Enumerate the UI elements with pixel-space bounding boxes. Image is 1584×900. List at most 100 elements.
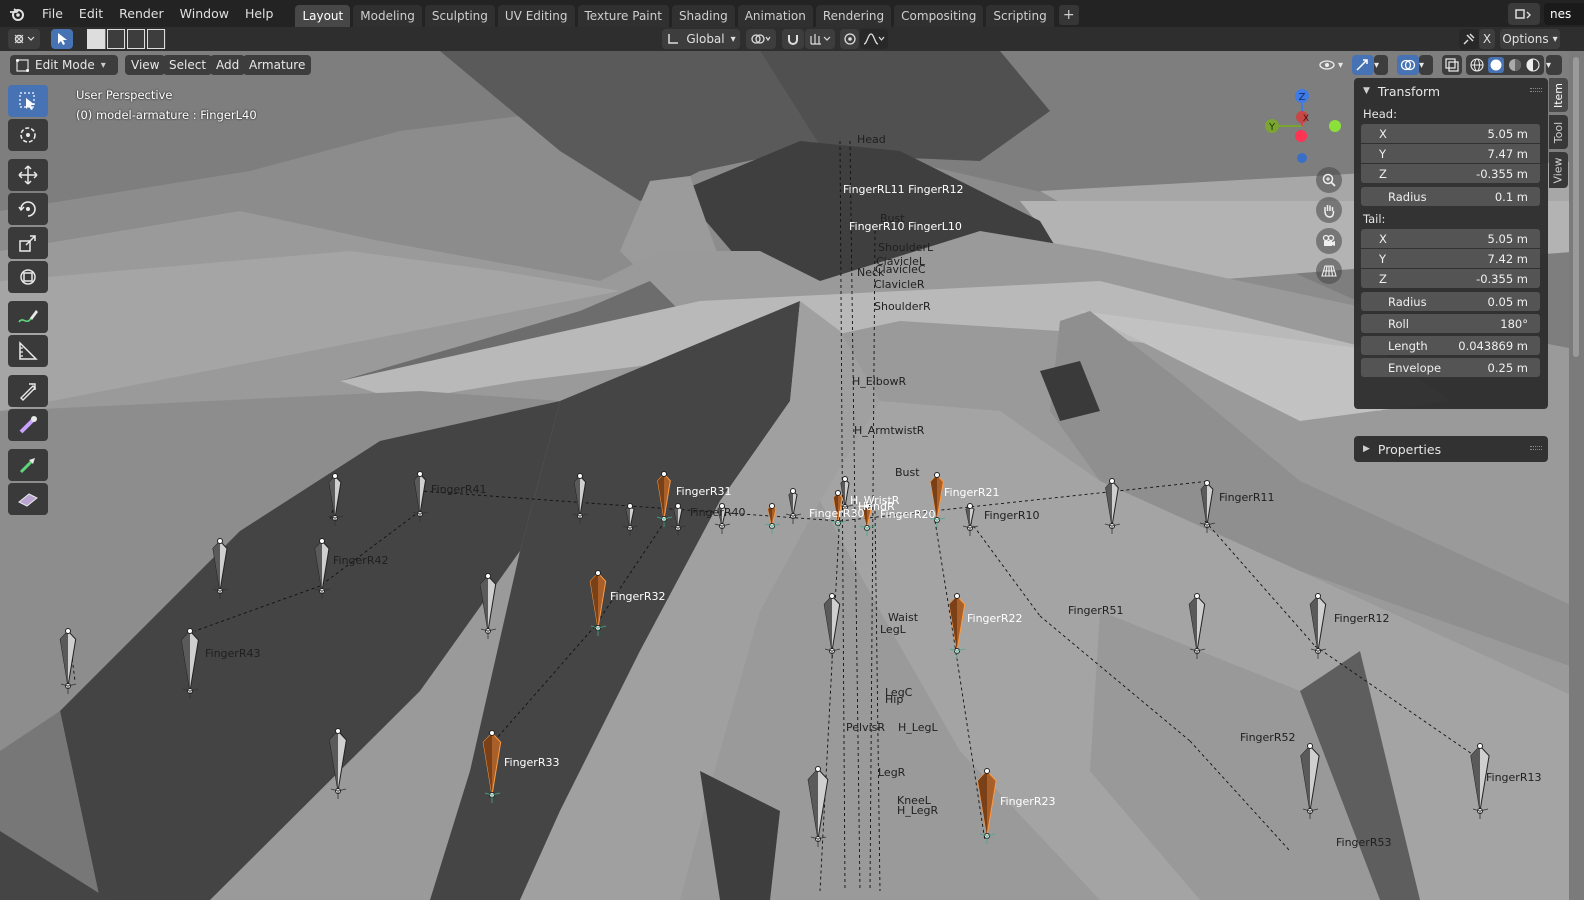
select-tool-button[interactable] <box>51 29 73 49</box>
gizmo-toggle-icon[interactable] <box>1352 55 1374 75</box>
tab-view[interactable]: View <box>1549 152 1568 188</box>
roll-field[interactable]: Roll 180° <box>1361 314 1540 333</box>
bone-size-tool[interactable] <box>8 375 48 407</box>
zoom-icon[interactable] <box>1316 167 1342 193</box>
neg-x-axis-handle[interactable] <box>1295 130 1307 142</box>
add-menu[interactable]: Add <box>210 55 246 75</box>
tab-rendering[interactable]: Rendering <box>815 5 892 27</box>
material-shading-icon[interactable] <box>1508 58 1522 72</box>
tab-sculpting[interactable]: Sculpting <box>424 5 495 27</box>
tab-item[interactable]: Item <box>1549 78 1568 112</box>
length-field[interactable]: Length 0.043869 m <box>1361 336 1540 355</box>
select-box-tool[interactable] <box>8 85 48 117</box>
transform-tool[interactable] <box>8 261 48 293</box>
view-menu[interactable]: View <box>125 55 166 75</box>
drag-grip-icon[interactable] <box>1530 446 1542 450</box>
select-extend-button[interactable] <box>107 29 126 49</box>
scene-options-icon[interactable] <box>1459 29 1479 49</box>
add-workspace-button[interactable]: + <box>1058 5 1079 25</box>
scrollbar-thumb[interactable] <box>1573 57 1579 357</box>
pan-hand-icon[interactable] <box>1316 197 1342 223</box>
select-new-button[interactable] <box>87 29 106 49</box>
cursor-tool[interactable] <box>8 119 48 151</box>
head-z-field[interactable]: Z -0.355 m <box>1361 164 1540 183</box>
annotate-tool[interactable] <box>8 301 48 333</box>
chevron-down-icon[interactable]: ▾ <box>1546 55 1562 75</box>
viewport-scrollbar[interactable] <box>1569 51 1584 900</box>
field-value: 7.42 m <box>1487 251 1528 266</box>
bone-envelope-tool[interactable] <box>8 409 48 441</box>
tail-z-field[interactable]: Z -0.355 m <box>1361 269 1540 288</box>
wireframe-shading-icon[interactable] <box>1470 58 1484 72</box>
tab-tool[interactable]: Tool <box>1549 115 1568 149</box>
rendered-shading-icon[interactable] <box>1526 58 1540 72</box>
head-y-field[interactable]: Y 7.47 m <box>1361 144 1540 163</box>
menu-render[interactable]: Render <box>111 0 172 27</box>
chevron-down-icon[interactable]: ▾ <box>1374 55 1388 75</box>
scene-name-field[interactable]: nes <box>1544 2 1584 25</box>
transform-orientation-dropdown[interactable]: Global ▾ <box>662 29 740 49</box>
tail-x-field[interactable]: X 5.05 m <box>1361 229 1540 248</box>
menu-help[interactable]: Help <box>237 0 282 27</box>
grid-perspective-icon[interactable] <box>1316 258 1342 284</box>
transform-panel-header[interactable]: ▼ Transform <box>1354 78 1548 104</box>
3d-viewport[interactable]: Head Bust ShoulderL ClavicleL ClavicleC Neck C… <box>0 51 1584 900</box>
tab-uv-editing[interactable]: UV Editing <box>497 5 575 27</box>
tab-shading[interactable]: Shading <box>671 5 735 27</box>
visibility-icon[interactable] <box>1316 55 1338 75</box>
select-menu[interactable]: Select <box>163 55 213 75</box>
xray-toggle-icon[interactable] <box>1442 55 1462 75</box>
proportional-edit-toggle[interactable] <box>840 29 859 49</box>
scene-icon[interactable] <box>1508 2 1540 25</box>
head-radius-field[interactable]: Radius 0.1 m <box>1361 187 1540 206</box>
move-tool[interactable] <box>8 159 48 191</box>
menu-edit[interactable]: Edit <box>71 0 111 27</box>
envelope-field[interactable]: Envelope 0.25 m <box>1361 358 1540 377</box>
neg-y-axis-handle[interactable] <box>1329 120 1341 132</box>
sidebar-tabs: Item Tool View <box>1549 78 1569 191</box>
solid-shading-icon[interactable] <box>1488 57 1504 73</box>
bone-envelope-icon <box>19 416 37 434</box>
tail-y-field[interactable]: Y 7.42 m <box>1361 249 1540 268</box>
tab-scripting[interactable]: Scripting <box>986 5 1054 27</box>
mode-dropdown[interactable]: Edit Mode <box>10 55 118 75</box>
overlay-toggle-icon[interactable] <box>1397 55 1419 75</box>
tab-layout[interactable]: Layout <box>295 5 351 27</box>
pivot-point-dropdown[interactable] <box>746 29 776 49</box>
drag-grip-icon[interactable] <box>1530 88 1542 92</box>
viewport-scene[interactable]: HeadBustShoulderLClavicleLClavicleCNeckC… <box>0 51 1584 900</box>
navigation-gizmo[interactable]: Z X Y <box>1258 86 1350 166</box>
measure-tool[interactable] <box>8 335 48 367</box>
extrude-tool[interactable] <box>8 449 48 481</box>
snap-target-dropdown[interactable] <box>805 29 835 49</box>
snap-toggle[interactable] <box>782 29 804 49</box>
tool-shelf <box>8 85 50 517</box>
select-invert-button[interactable] <box>147 29 166 49</box>
tab-texture-paint[interactable]: Texture Paint <box>577 5 669 27</box>
rotate-tool[interactable] <box>8 193 48 225</box>
tab-modeling[interactable]: Modeling <box>353 5 422 27</box>
menu-file[interactable]: File <box>34 0 71 27</box>
chevron-down-icon[interactable]: ▾ <box>1419 55 1433 75</box>
properties-panel-header[interactable]: ▶ Properties <box>1354 436 1548 462</box>
tail-radius-field[interactable]: Radius 0.05 m <box>1361 292 1540 311</box>
camera-icon[interactable] <box>1316 228 1342 254</box>
armature-menu[interactable]: Armature <box>243 55 312 75</box>
chevron-down-icon[interactable]: ▾ <box>1338 55 1350 75</box>
select-subtract-button[interactable] <box>127 29 146 49</box>
3d-cursor-icon <box>20 127 36 143</box>
tab-animation[interactable]: Animation <box>737 5 813 27</box>
proportional-falloff-dropdown[interactable] <box>860 29 888 49</box>
bone-label-armtwist-r: H_ArmtwistR <box>854 424 925 437</box>
scale-tool[interactable] <box>8 227 48 259</box>
editor-type-button[interactable] <box>8 29 40 49</box>
neg-z-axis-handle[interactable] <box>1297 153 1307 163</box>
tab-compositing[interactable]: Compositing <box>894 5 984 27</box>
close-scene-button[interactable]: X <box>1479 29 1495 49</box>
blender-logo-icon[interactable] <box>0 0 34 27</box>
options-dropdown[interactable]: Options ▾ <box>1500 29 1560 49</box>
bone-label-finger-r43: FingerR43 <box>205 647 260 660</box>
head-x-field[interactable]: X 5.05 m <box>1361 124 1540 143</box>
roll-tool[interactable] <box>8 483 48 515</box>
menu-window[interactable]: Window <box>172 0 237 27</box>
